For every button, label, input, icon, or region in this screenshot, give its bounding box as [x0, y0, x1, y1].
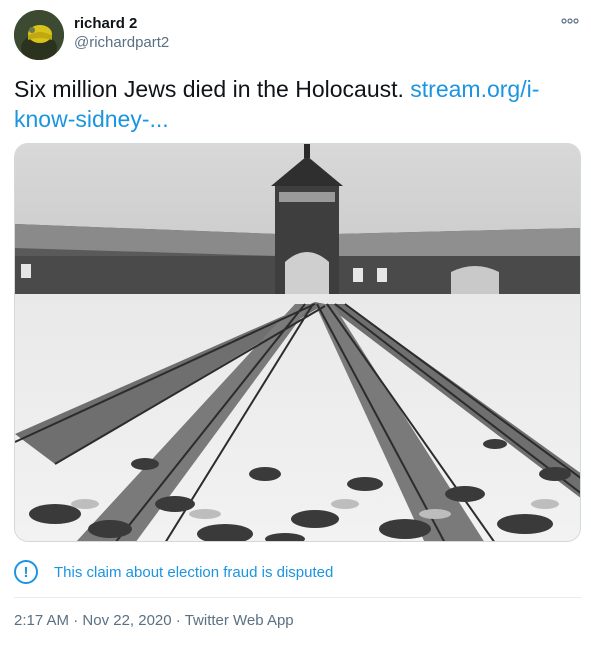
disputed-claim-notice[interactable]: ! This claim about election fraud is dis… [14, 560, 333, 584]
tweet-time[interactable]: 2:17 AM [14, 612, 69, 629]
tweet-source[interactable]: Twitter Web App [185, 612, 294, 629]
author-block: richard 2 @richardpart2 [74, 14, 169, 52]
tweet-metadata: 2:17 AM · Nov 22, 2020 · Twitter Web App [14, 612, 294, 629]
author-name[interactable]: richard 2 [74, 14, 169, 33]
meta-separator: · [69, 612, 83, 629]
disputed-claim-label: This claim about election fraud is dispu… [54, 563, 334, 581]
tweet-text: Six million Jews died in the Holocaust. … [14, 74, 574, 134]
tweet-text-body: Six million Jews died in the Holocaust. [14, 76, 411, 102]
author-handle[interactable]: @richardpart2 [74, 33, 169, 52]
divider [14, 597, 581, 598]
avatar[interactable] [14, 10, 64, 60]
more-icon [561, 18, 579, 24]
tweet-photo[interactable] [14, 143, 581, 542]
info-circle-icon: ! [14, 560, 38, 584]
more-options-button[interactable] [559, 12, 581, 30]
meta-separator: · [171, 612, 185, 629]
photo-image [15, 144, 580, 541]
tweet-date[interactable]: Nov 22, 2020 [82, 612, 171, 629]
